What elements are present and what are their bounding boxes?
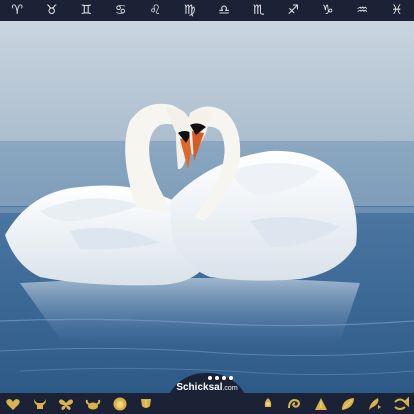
bull-icon[interactable] (31, 396, 49, 412)
lion-icon[interactable] (111, 396, 129, 412)
scales-icon[interactable] (259, 396, 277, 412)
taurus-icon[interactable]: ♉︎ (38, 0, 66, 21)
leo-icon[interactable]: ♌︎ (141, 0, 169, 21)
scorpion-icon[interactable] (285, 396, 303, 412)
swans-photo (0, 21, 414, 393)
zodiac-top-bar: ♈︎ ♉︎ ♊︎ ♋︎ ♌︎ ♍︎ ♎︎ ♏︎ ♐︎ ♑︎ ♒︎ ♓︎ (0, 0, 414, 21)
virgo-icon[interactable]: ♍︎ (176, 0, 204, 21)
fish-icon[interactable] (392, 396, 410, 412)
aries-icon[interactable]: ♈︎ (3, 0, 31, 21)
wheat-icon[interactable] (137, 396, 155, 412)
libra-icon[interactable]: ♎︎ (210, 0, 238, 21)
sagittarius-icon[interactable]: ♐︎ (279, 0, 307, 21)
bow-icon[interactable] (312, 396, 330, 412)
capricorn-icon[interactable]: ♑︎ (314, 0, 342, 21)
scorpio-icon[interactable]: ♏︎ (245, 0, 273, 21)
butterfly-icon[interactable] (57, 396, 75, 412)
cancer-icon[interactable]: ♋︎ (107, 0, 135, 21)
aquarius-icon[interactable]: ♒︎ (348, 0, 376, 21)
gemini-icon[interactable]: ♊︎ (72, 0, 100, 21)
crab-icon[interactable] (84, 396, 102, 412)
heart-icon[interactable] (4, 396, 22, 412)
pisces-icon[interactable]: ♓︎ (383, 0, 411, 21)
screenshot-frame: ♈︎ ♉︎ ♊︎ ♋︎ ♌︎ ♍︎ ♎︎ ♏︎ ♐︎ ♑︎ ♒︎ ♓︎ Schi… (0, 0, 414, 414)
logo-domain: .com (222, 385, 238, 392)
leaf-icon[interactable] (339, 396, 357, 412)
logo-wordmark: Schicksal.com (176, 382, 237, 394)
feather-icon[interactable] (365, 396, 383, 412)
logo-brand: Schicksal (176, 382, 223, 393)
